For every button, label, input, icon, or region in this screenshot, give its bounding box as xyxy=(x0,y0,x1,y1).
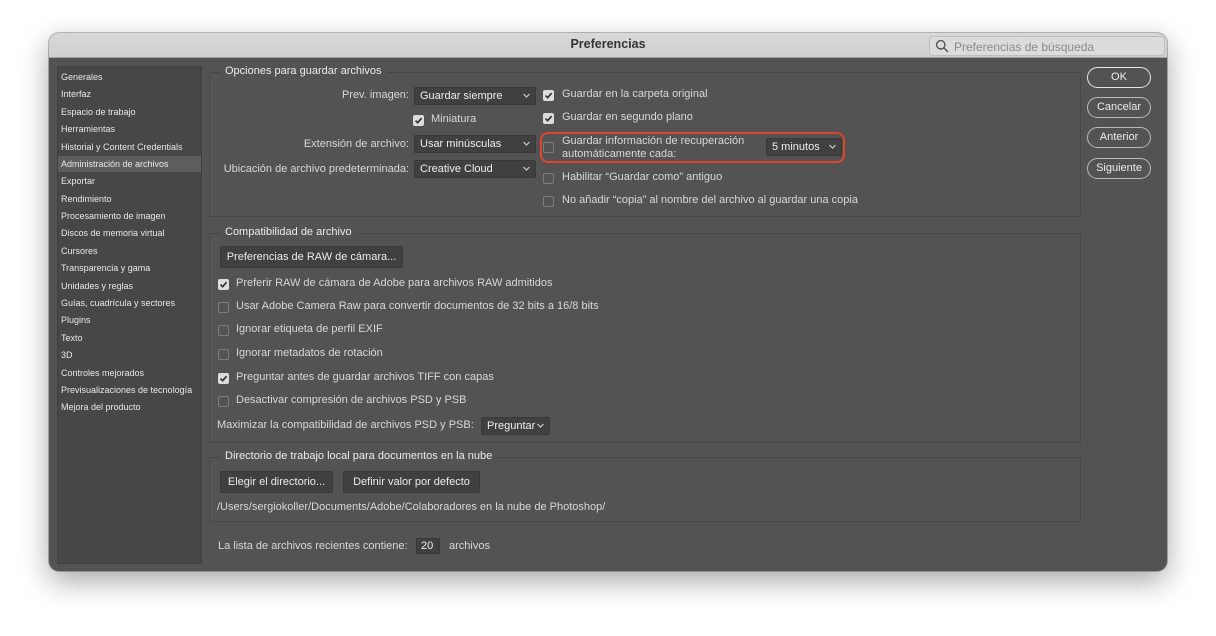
use-acr-32bit-checkbox[interactable] xyxy=(218,302,229,313)
chevron-down-icon xyxy=(523,93,530,98)
sidebar-item-generales[interactable]: Generales xyxy=(58,69,201,85)
ask-tiff-layers-checkbox[interactable] xyxy=(218,373,229,384)
ignore-exif-checkbox[interactable] xyxy=(218,325,229,336)
sidebar-item-guias[interactable]: Guías, cuadrícula y sectores xyxy=(58,295,201,311)
use-acr-32bit-label: Usar Adobe Camera Raw para convertir doc… xyxy=(236,300,599,312)
no-copy-label: No añadir “copia” al nombre del archivo … xyxy=(562,194,858,206)
ignore-exif-label: Ignorar etiqueta de perfil EXIF xyxy=(236,323,383,335)
save-original-folder-label: Guardar en la carpeta original xyxy=(562,88,708,100)
sidebar-item-discos-memoria[interactable]: Discos de memoria virtual xyxy=(58,225,201,241)
save-original-folder-checkbox[interactable] xyxy=(543,90,554,101)
sidebar-item-procesamiento-imagen[interactable]: Procesamiento de imagen xyxy=(58,208,201,224)
preview-select[interactable]: Guardar siempre xyxy=(414,87,536,105)
checkmark-icon xyxy=(544,92,553,99)
sidebar-item-mejora-producto[interactable]: Mejora del producto xyxy=(58,399,201,415)
maximize-compat-label: Maximizar la compatibilidad de archivos … xyxy=(217,419,474,431)
no-copy-checkbox[interactable] xyxy=(543,196,554,207)
cloud-directory-path: /Users/sergiokoller/Documents/Adobe/Cola… xyxy=(217,501,606,513)
previous-button[interactable]: Anterior xyxy=(1087,127,1151,148)
legacy-save-as-checkbox[interactable] xyxy=(543,173,554,184)
disable-psd-compression-label: Desactivar compresión de archivos PSD y … xyxy=(236,394,467,406)
chevron-down-icon xyxy=(523,141,530,146)
chevron-down-icon xyxy=(829,144,836,149)
ok-button[interactable]: OK xyxy=(1087,67,1151,88)
recent-files-label: La lista de archivos recientes contiene: xyxy=(218,540,408,552)
sidebar-item-interfaz[interactable]: Interfaz xyxy=(58,86,201,102)
location-select-value: Creative Cloud xyxy=(420,163,493,175)
set-default-button[interactable]: Definir valor por defecto xyxy=(343,471,480,493)
sidebar-item-historial[interactable]: Historial y Content Credentials xyxy=(58,139,201,155)
location-label: Ubicación de archivo predeterminada: xyxy=(223,163,409,175)
autosave-label-line1: Guardar información de recuperación xyxy=(562,135,745,147)
title-bar: Preferencias xyxy=(49,33,1167,58)
maximize-compat-value: Preguntar xyxy=(487,420,536,432)
background-save-checkbox[interactable] xyxy=(543,113,554,124)
extension-select-value: Usar minúsculas xyxy=(420,138,502,150)
maximize-compat-select[interactable]: Preguntar xyxy=(481,417,550,435)
extension-label: Extensión de archivo: xyxy=(303,138,409,150)
camera-raw-preferences-button[interactable]: Preferencias de RAW de cámara... xyxy=(220,246,403,268)
prefer-adobe-raw-checkbox[interactable] xyxy=(218,279,229,290)
preview-label: Prev. imagen: xyxy=(341,89,409,101)
sidebar-item-plugins[interactable]: Plugins xyxy=(58,312,201,328)
compatibility-title: Compatibilidad de archivo xyxy=(220,226,357,238)
preview-select-value: Guardar siempre xyxy=(420,90,503,102)
checkmark-icon xyxy=(219,281,228,288)
checkmark-icon xyxy=(414,117,423,124)
prefer-adobe-raw-label: Preferir RAW de cámara de Adobe para arc… xyxy=(236,277,553,289)
sidebar-item-herramientas[interactable]: Herramientas xyxy=(58,121,201,137)
sidebar-item-controles-mejorados[interactable]: Controles mejorados xyxy=(58,365,201,381)
chevron-down-icon xyxy=(523,166,530,171)
search-box[interactable] xyxy=(929,36,1165,57)
ignore-rotation-checkbox[interactable] xyxy=(218,349,229,360)
sidebar-item-3d[interactable]: 3D xyxy=(58,347,201,363)
location-select[interactable]: Creative Cloud xyxy=(414,160,536,178)
preferences-window: Preferencias Generales Interfaz Espacio … xyxy=(49,33,1167,571)
checkmark-icon xyxy=(544,115,553,122)
cloud-directory-title: Directorio de trabajo local para documen… xyxy=(220,450,498,462)
recent-files-unit: archivos xyxy=(449,540,490,552)
cancel-button[interactable]: Cancelar xyxy=(1087,97,1151,118)
ask-tiff-layers-label: Preguntar antes de guardar archivos TIFF… xyxy=(236,371,494,383)
choose-directory-button[interactable]: Elegir el directorio... xyxy=(220,471,333,493)
thumbnail-label: Miniatura xyxy=(431,113,477,125)
extension-select[interactable]: Usar minúsculas xyxy=(414,135,536,153)
autosave-interval-select[interactable]: 5 minutos xyxy=(766,138,842,156)
sidebar-item-previsualizaciones[interactable]: Previsualizaciones de tecnología xyxy=(58,382,201,398)
sidebar-item-transparencia[interactable]: Transparencia y gama xyxy=(58,260,201,276)
disable-psd-compression-checkbox[interactable] xyxy=(218,396,229,407)
sidebar: Generales Interfaz Espacio de trabajo He… xyxy=(57,66,202,564)
autosave-label-line2: automáticamente cada: xyxy=(562,148,677,160)
ignore-rotation-label: Ignorar metadatos de rotación xyxy=(236,347,383,359)
checkmark-icon xyxy=(219,375,228,382)
sidebar-item-rendimiento[interactable]: Rendimiento xyxy=(58,191,201,207)
sidebar-item-espacio-de-trabajo[interactable]: Espacio de trabajo xyxy=(58,104,201,120)
legacy-save-as-label: Habilitar “Guardar como” antiguo xyxy=(562,171,723,183)
search-icon xyxy=(935,39,949,53)
sidebar-item-administracion-archivos[interactable]: Administración de archivos xyxy=(58,156,201,172)
autosave-interval-value: 5 minutos xyxy=(772,141,820,153)
thumbnail-checkbox[interactable] xyxy=(413,115,424,126)
sidebar-item-cursores[interactable]: Cursores xyxy=(58,243,201,259)
save-options-title: Opciones para guardar archivos xyxy=(220,65,387,77)
autosave-checkbox[interactable] xyxy=(543,142,554,153)
sidebar-item-texto[interactable]: Texto xyxy=(58,330,201,346)
search-input[interactable] xyxy=(952,37,1161,57)
next-button[interactable]: Siguiente xyxy=(1087,158,1151,179)
background-save-label: Guardar en segundo plano xyxy=(562,111,693,123)
sidebar-item-unidades[interactable]: Unidades y reglas xyxy=(58,278,201,294)
sidebar-item-exportar[interactable]: Exportar xyxy=(58,173,201,189)
recent-files-count-input[interactable]: 20 xyxy=(416,538,440,554)
chevron-down-icon xyxy=(537,423,544,428)
